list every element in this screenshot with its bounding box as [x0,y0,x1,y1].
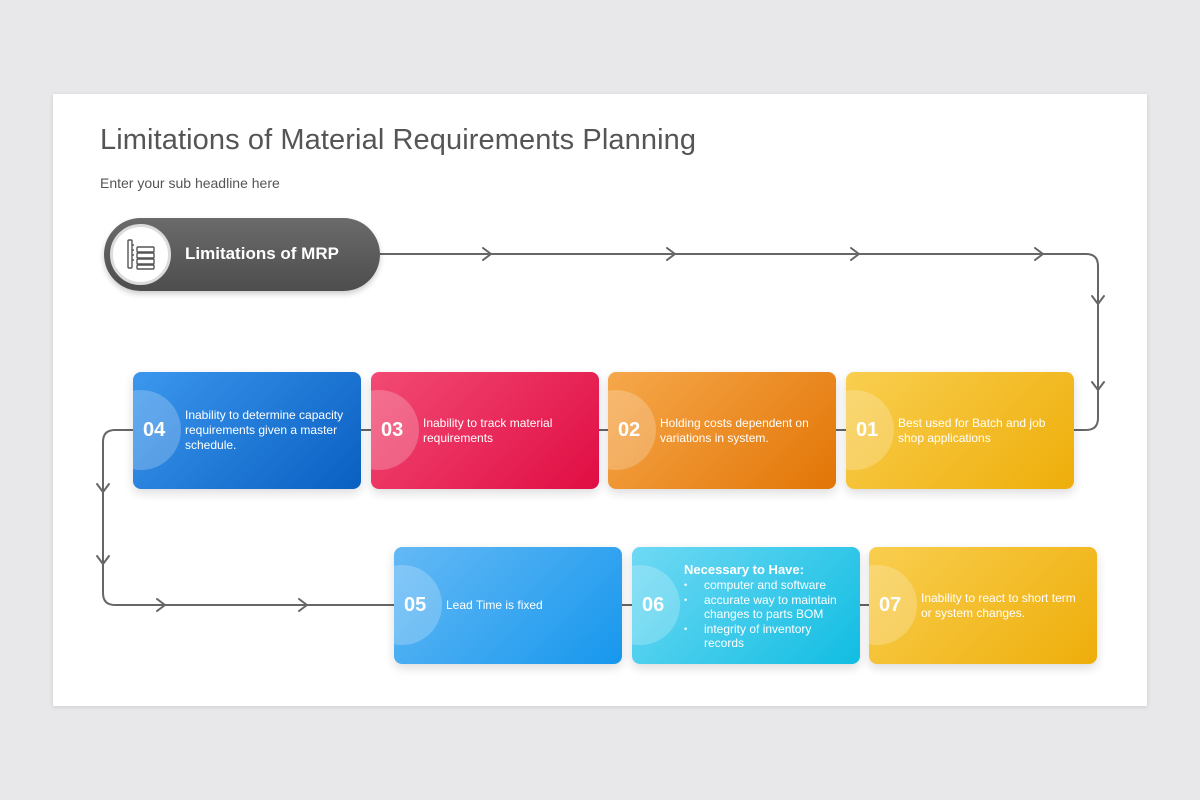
step-text: Best used for Batch and job shop applica… [898,415,1046,445]
bullet-list: computer and software accurate way to ma… [684,578,850,651]
step-text: Lead Time is fixed [446,598,543,612]
step-card-04: 04 Inability to determine capacity requi… [133,372,361,489]
bullet-item: accurate way to maintain changes to part… [684,593,850,622]
ruler-and-stack-icon [110,224,171,285]
step-card-05: 05 Lead Time is fixed [394,547,622,664]
step-card-03: 03 Inability to track material requireme… [371,372,599,489]
step-text: Inability to determine capacity requirem… [185,408,344,452]
step-number: 03 [381,419,404,441]
step-text: Holding costs dependent on variations in… [660,415,809,445]
step-number: 01 [856,419,879,441]
step-card-01: 01 Best used for Batch and job shop appl… [846,372,1074,489]
step-number: 06 [642,594,665,616]
step-heading: Necessary to Have: [684,562,804,577]
step-text: Inability to track material requirements [423,415,553,445]
page-title: Limitations of Material Requirements Pla… [100,124,697,156]
bullet-item: computer and software [684,578,850,593]
step-number: 04 [143,419,166,441]
step-number: 07 [879,594,902,616]
bullet-item: integrity of inventory records [684,622,850,651]
page-subtitle: Enter your sub headline here [100,175,280,191]
step-text: Inability to react to short term or syst… [921,590,1076,620]
step-text: Necessary to Have: computer and software… [684,562,850,651]
step-number: 02 [618,419,641,441]
step-number: 05 [404,594,427,616]
step-card-06: 06 Necessary to Have: computer and softw… [632,547,860,664]
header-pill-label: Limitations of MRP [185,244,339,263]
step-card-07: 07 Inability to react to short term or s… [869,547,1097,664]
step-card-02: 02 Holding costs dependent on variations… [608,372,836,489]
header-pill: Limitations of MRP [104,218,380,291]
